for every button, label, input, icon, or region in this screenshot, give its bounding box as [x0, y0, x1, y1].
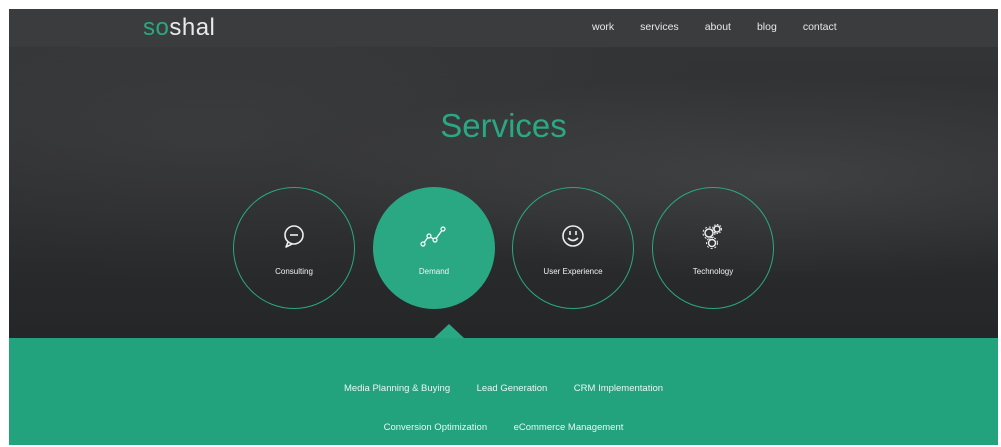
- service-label-user-experience: User Experience: [543, 267, 603, 276]
- active-service-pointer: [434, 324, 464, 338]
- sub-service-ecommerce-management[interactable]: eCommerce Management: [514, 422, 624, 433]
- service-label-demand: Demand: [418, 267, 450, 276]
- service-label-technology: Technology: [692, 267, 734, 276]
- service-technology[interactable]: Technology: [652, 187, 774, 309]
- smiley-icon: [562, 225, 584, 247]
- sub-services-panel: Media Planning & Buying Lead Generation …: [9, 338, 998, 445]
- hero-title: Services: [440, 107, 567, 144]
- site-logo[interactable]: soshal: [143, 14, 215, 42]
- page-frame: soshal work services about blog contact …: [9, 9, 998, 445]
- sub-service-crm-implementation[interactable]: CRM Implementation: [574, 383, 663, 394]
- service-user-experience[interactable]: User Experience: [512, 187, 634, 309]
- service-consulting[interactable]: Consulting: [233, 187, 355, 309]
- trend-line-icon: [420, 226, 446, 247]
- service-demand[interactable]: Demand: [373, 187, 495, 309]
- nav-link-blog[interactable]: blog: [757, 21, 777, 33]
- logo-prefix: so: [143, 14, 170, 41]
- sub-services-row-2: Conversion Optimization eCommerce Manage…: [9, 417, 998, 435]
- top-navbar: soshal work services about blog contact: [9, 9, 998, 47]
- gears-icon: [702, 224, 722, 249]
- nav-link-work[interactable]: work: [592, 21, 614, 33]
- services-hero: Services Consulting Demand User Experien…: [9, 47, 998, 338]
- chat-bubble-icon: [284, 225, 304, 248]
- nav-link-about[interactable]: about: [705, 21, 731, 33]
- sub-service-media-planning[interactable]: Media Planning & Buying: [344, 383, 450, 394]
- logo-suffix: shal: [169, 14, 216, 41]
- sub-service-lead-generation[interactable]: Lead Generation: [477, 383, 548, 394]
- sub-service-conversion-optimization[interactable]: Conversion Optimization: [384, 422, 488, 433]
- nav-link-services[interactable]: services: [640, 21, 679, 33]
- service-label-consulting: Consulting: [275, 267, 313, 276]
- main-nav: work services about blog contact: [592, 21, 863, 33]
- sub-services-row-1: Media Planning & Buying Lead Generation …: [9, 378, 998, 396]
- nav-link-contact[interactable]: contact: [803, 21, 837, 33]
